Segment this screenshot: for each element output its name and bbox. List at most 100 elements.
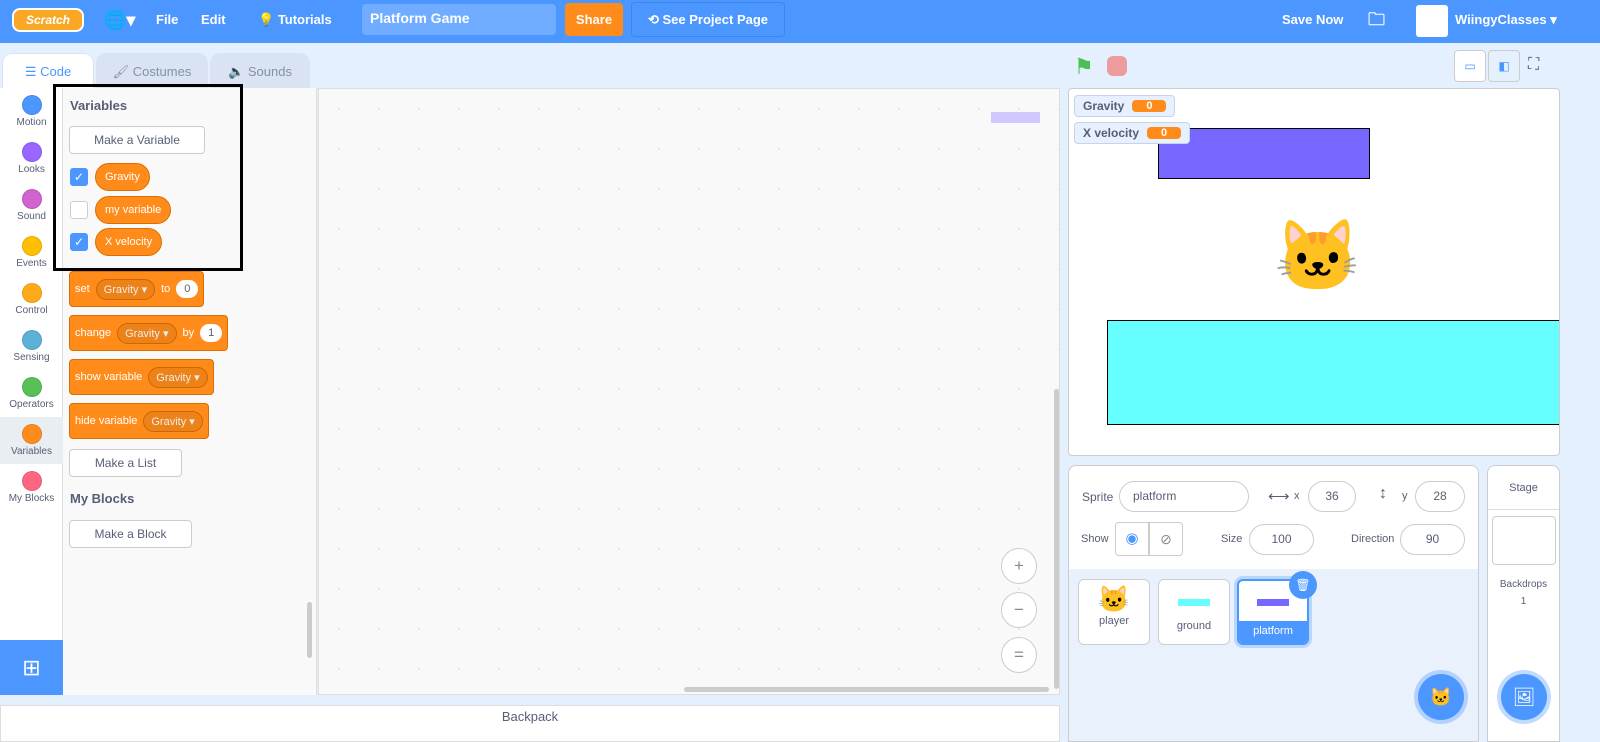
platform-thumbnail: [1257, 599, 1289, 606]
zoom-out-button[interactable]: −: [1001, 592, 1037, 628]
file-menu[interactable]: File: [156, 0, 178, 43]
horizontal-scrollbar[interactable]: [684, 687, 1049, 692]
x-velocity-monitor[interactable]: X velocity 0: [1074, 122, 1191, 144]
horizontal-arrows-icon: ⟷: [1268, 488, 1290, 505]
brush-icon: 🖌: [112, 64, 130, 79]
sprite-name-input[interactable]: platform: [1119, 481, 1249, 512]
stage-pane[interactable]: Stage Backdrops 1 🖼: [1487, 465, 1560, 742]
show-visible-button[interactable]: ◉: [1115, 522, 1149, 556]
sprite-tile-player[interactable]: 🐱 player: [1078, 579, 1150, 645]
monitor-value: 0: [1147, 127, 1182, 139]
category-label: Operators: [9, 399, 54, 410]
set-variable-block[interactable]: set Gravity ▾ to 0: [69, 271, 205, 307]
share-button[interactable]: Share: [565, 3, 623, 36]
save-now-button[interactable]: Save Now: [1282, 0, 1343, 43]
direction-label: Direction: [1351, 533, 1395, 545]
eye-slash-icon: ⊘: [1160, 531, 1172, 547]
tutorials-button[interactable]: 💡 Tutorials: [258, 0, 332, 43]
project-title-input[interactable]: Platform Game: [362, 4, 556, 35]
choose-sprite-button[interactable]: 🐱: [1418, 674, 1464, 720]
choose-backdrop-button[interactable]: 🖼: [1501, 674, 1547, 720]
menu-bar: Scratch 🌐▾ File Edit 💡 Tutorials Platfor…: [0, 0, 1600, 43]
backpack[interactable]: Backpack: [0, 705, 1060, 742]
x-label: x: [1294, 490, 1300, 502]
see-project-page-button[interactable]: ⟲ See Project Page: [631, 2, 785, 37]
variable-dropdown[interactable]: Gravity ▾: [117, 322, 177, 344]
delete-sprite-button[interactable]: 🗑: [1289, 571, 1317, 599]
sprite-info-pane: Sprite platform ⟷ x 36 ↕ y 28 Show ◉ ⊘ S…: [1068, 465, 1479, 742]
y-label: y: [1402, 490, 1408, 502]
cat-add-icon: 🐱: [1429, 687, 1453, 707]
category-control[interactable]: Control: [0, 276, 63, 323]
category-dot-icon: [21, 330, 42, 350]
block-text: change: [75, 327, 112, 339]
size-input[interactable]: 100: [1249, 524, 1314, 555]
folder-icon[interactable]: 🗀: [1368, 0, 1385, 43]
code-icon: ☰: [24, 64, 37, 79]
x-input[interactable]: 36: [1308, 481, 1356, 512]
stop-icon[interactable]: [1107, 56, 1127, 76]
palette-scrollbar[interactable]: [307, 602, 312, 658]
see-project-page-label: See Project Page: [662, 12, 769, 27]
monitor-value: 0: [1132, 100, 1167, 112]
hide-variable-block[interactable]: hide variable Gravity ▾: [69, 403, 209, 439]
variable-dropdown[interactable]: Gravity ▾: [148, 366, 208, 388]
category-sensing[interactable]: Sensing: [0, 323, 63, 370]
highlight-box: [53, 84, 243, 271]
show-variable-block[interactable]: show variable Gravity ▾: [69, 359, 214, 395]
backdrop-thumbnail[interactable]: [1491, 516, 1556, 565]
scratch-logo[interactable]: Scratch: [12, 8, 84, 32]
category-dot-icon: [21, 283, 42, 303]
block-text: set: [75, 283, 90, 295]
fullscreen-icon[interactable]: ⛶: [1528, 56, 1539, 74]
category-variables[interactable]: Variables: [0, 417, 63, 464]
tab-label: Code: [40, 64, 72, 79]
category-my-blocks[interactable]: My Blocks: [0, 464, 63, 511]
variable-dropdown[interactable]: Gravity ▾: [143, 410, 203, 432]
make-list-button[interactable]: Make a List: [69, 449, 182, 477]
monitor-label: X velocity: [1083, 126, 1140, 140]
zoom-reset-button[interactable]: =: [1001, 637, 1037, 673]
make-block-button[interactable]: Make a Block: [69, 520, 192, 548]
change-variable-block[interactable]: change Gravity ▾ by 1: [69, 315, 229, 351]
value-input[interactable]: 1: [200, 324, 223, 342]
y-input[interactable]: 28: [1415, 481, 1465, 512]
hide-visible-button[interactable]: ⊘: [1149, 522, 1183, 556]
language-globe-icon[interactable]: 🌐▾: [104, 0, 135, 43]
category-operators[interactable]: Operators: [0, 370, 63, 417]
value-input[interactable]: 0: [176, 280, 199, 298]
gravity-monitor[interactable]: Gravity 0: [1074, 95, 1176, 117]
backdrops-label: Backdrops: [1499, 579, 1548, 590]
small-stage-button[interactable]: ▭: [1454, 50, 1486, 82]
category-label: Control: [15, 305, 48, 316]
category-dot-icon: [21, 377, 42, 397]
category-label: My Blocks: [8, 493, 55, 504]
edit-menu[interactable]: Edit: [201, 0, 226, 43]
green-flag-icon[interactable]: ⚑: [1074, 54, 1094, 80]
zoom-out-icon: −: [1014, 600, 1024, 619]
sprite-name: platform: [1239, 621, 1307, 643]
avatar[interactable]: [1416, 5, 1448, 37]
account-menu[interactable]: WiingyClasses ▾: [1455, 0, 1557, 43]
stage-canvas[interactable]: 🐱 Gravity 0 X velocity 0: [1068, 88, 1560, 456]
category-dot-icon: [21, 142, 42, 162]
code-area[interactable]: [318, 88, 1060, 695]
normal-stage-button[interactable]: ◧: [1488, 50, 1520, 82]
trash-icon: 🗑: [1295, 578, 1311, 592]
tutorials-label: Tutorials: [277, 12, 332, 27]
sprite-name: ground: [1176, 620, 1212, 632]
block-text: by: [182, 327, 195, 339]
vertical-scrollbar[interactable]: [1054, 389, 1059, 689]
monitor-label: Gravity: [1083, 99, 1125, 113]
tab-label: Costumes: [132, 64, 192, 79]
block-text: to: [161, 283, 171, 295]
ground-sprite[interactable]: [1107, 320, 1559, 425]
extension-icon: ⊞: [22, 655, 41, 680]
sprite-tile-ground[interactable]: ground: [1158, 579, 1230, 645]
cat-sprite[interactable]: 🐱: [1274, 221, 1361, 291]
sprite-list: 🐱 player ground platform 🗑 🐱: [1069, 569, 1478, 741]
direction-input[interactable]: 90: [1400, 524, 1465, 555]
variable-dropdown[interactable]: Gravity ▾: [95, 278, 156, 300]
add-extension-button[interactable]: ⊞: [0, 640, 63, 695]
zoom-in-button[interactable]: +: [1001, 548, 1037, 584]
